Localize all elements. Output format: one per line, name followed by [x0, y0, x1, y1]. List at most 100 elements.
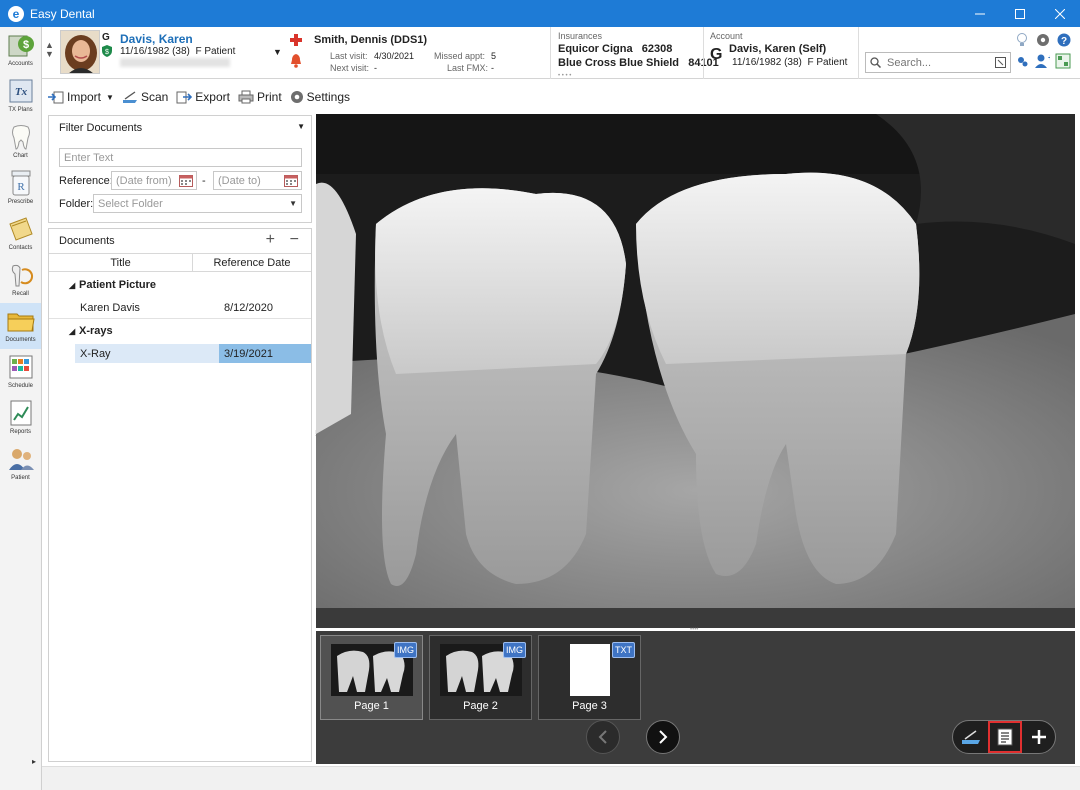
close-button[interactable]	[1040, 0, 1080, 27]
calendar-icon[interactable]	[284, 174, 298, 187]
medical-alert-icon[interactable]	[290, 34, 302, 46]
thumbnail-page-1[interactable]: IMG Page 1	[320, 635, 423, 720]
add-text-page-button[interactable]	[988, 721, 1022, 753]
sidebar-item-schedule[interactable]: Schedule	[0, 349, 41, 395]
last-fmx-label: Last FMX:	[447, 63, 489, 73]
plus-icon	[1032, 730, 1046, 744]
sidebar-item-contacts[interactable]: Contacts	[0, 211, 41, 257]
lightbulb-icon[interactable]	[1016, 33, 1028, 47]
last-fmx-value: -	[491, 63, 494, 73]
minimize-button[interactable]	[960, 0, 1000, 27]
provider-name[interactable]: Smith, Dennis (DDS1)	[314, 34, 427, 46]
reference-label: Reference:	[59, 175, 113, 187]
previous-page-button[interactable]	[586, 720, 620, 754]
insurance-secondary[interactable]: Blue Cross Blue Shield 84101	[558, 57, 719, 69]
xray-image-viewer[interactable]	[316, 114, 1075, 628]
group-row-patient-picture[interactable]: ◢ Patient Picture	[49, 274, 311, 296]
redacted-phone	[120, 58, 230, 67]
documents-panel: Documents + − Title Reference Date ◢ Pat…	[48, 228, 312, 762]
patient-icon	[8, 449, 34, 470]
documents-folder-icon	[7, 313, 35, 332]
column-header-title[interactable]: Title	[49, 254, 193, 271]
expand-triangle-icon[interactable]: ◢	[69, 327, 75, 336]
search-options-icon[interactable]	[995, 57, 1006, 68]
patient-name-link[interactable]: Davis, Karen	[120, 32, 193, 46]
import-button[interactable]: Import ▼	[48, 90, 114, 104]
gear-icon	[290, 91, 303, 103]
export-button[interactable]: Export	[176, 90, 230, 104]
settings-cogs-icon[interactable]	[1016, 55, 1028, 67]
next-visit-value: -	[374, 63, 377, 73]
sidebar-item-patient[interactable]: Patient	[0, 441, 41, 487]
sidebar-item-accounts[interactable]: $ Accounts	[0, 27, 41, 73]
sidebar-item-label: Patient	[11, 475, 30, 481]
svg-text:$: $	[22, 39, 28, 51]
account-badge: G	[710, 46, 723, 63]
gear-icon[interactable]	[1036, 33, 1050, 47]
patient-scroll-arrows-icon[interactable]: ▲ ▼	[45, 41, 54, 59]
resize-grip-icon[interactable]: • • • •	[558, 73, 571, 79]
date-separator: -	[202, 175, 206, 187]
folder-select[interactable]: Select Folder ▼	[93, 194, 302, 213]
expand-triangle-icon[interactable]: ◢	[69, 281, 75, 290]
scan-page-button[interactable]	[954, 721, 988, 753]
column-header-reference-date[interactable]: Reference Date	[193, 254, 311, 271]
sidebar-item-tx-plans[interactable]: Tx TX Plans	[0, 73, 41, 119]
insurance-primary[interactable]: Equicor Cigna 62308	[558, 43, 672, 55]
filter-panel-title: Filter Documents	[59, 122, 143, 134]
missed-appt-value: 5	[491, 51, 497, 61]
maximize-button[interactable]	[1000, 0, 1040, 27]
import-dropdown-icon[interactable]: ▼	[106, 93, 114, 102]
family-file-icon[interactable]	[1055, 53, 1071, 69]
calendar-icon[interactable]	[179, 174, 193, 187]
search-input[interactable]	[885, 55, 985, 70]
import-icon	[48, 91, 64, 104]
account-name[interactable]: Davis, Karen (Self)	[729, 43, 826, 55]
filter-panel-header[interactable]: Filter Documents ▼	[49, 116, 311, 140]
group-row-x-rays[interactable]: ◢ X-rays	[49, 320, 311, 342]
contacts-icon	[8, 217, 33, 241]
collapse-icon[interactable]: ▼	[297, 122, 305, 131]
chevron-right-icon	[659, 730, 668, 744]
thumbnail-page-2[interactable]: IMG Page 2	[429, 635, 532, 720]
date-to-input[interactable]: (Date to)	[213, 171, 302, 190]
thumbnail-page-3[interactable]: TXT Page 3	[538, 635, 641, 720]
sidebar-item-documents[interactable]: Documents	[0, 303, 41, 349]
scan-button[interactable]: Scan	[122, 90, 168, 104]
alert-bell-icon[interactable]	[290, 54, 302, 68]
recall-icon	[11, 264, 33, 287]
shield-icon: $	[102, 45, 112, 57]
thumbnail-label: Page 2	[463, 700, 498, 712]
add-page-button[interactable]	[1022, 721, 1056, 753]
folder-label: Folder:	[59, 198, 94, 210]
printer-icon	[238, 90, 254, 104]
prescribe-icon: R	[11, 170, 30, 196]
table-row[interactable]: Karen Davis 8/12/2020	[75, 298, 311, 317]
sidebar-item-prescribe[interactable]: R Prescribe	[0, 165, 41, 211]
sidebar-item-label: Accounts	[8, 61, 33, 67]
print-button[interactable]: Print	[238, 90, 282, 104]
date-from-input[interactable]: (Date from)	[111, 171, 197, 190]
sidebar-expand-icon[interactable]: ▸	[32, 757, 36, 766]
chevron-left-icon	[598, 730, 607, 744]
patient-avatar[interactable]	[60, 30, 100, 74]
filter-text-input[interactable]: Enter Text	[59, 148, 302, 167]
sidebar-item-label: Reports	[9, 429, 31, 435]
help-icon[interactable]: ?	[1057, 33, 1071, 47]
title-bar: e Easy Dental	[0, 0, 1080, 27]
add-patient-icon[interactable]: +	[1034, 53, 1050, 69]
remove-document-icon[interactable]: −	[290, 231, 299, 249]
thumbnail-type-badge: TXT	[612, 642, 635, 658]
table-row-selected[interactable]: X-Ray 3/19/2021	[75, 344, 311, 363]
sidebar-item-recall[interactable]: Recall	[0, 257, 41, 303]
reports-icon	[10, 400, 31, 426]
next-page-button[interactable]	[646, 720, 680, 754]
add-document-icon[interactable]: +	[266, 231, 275, 249]
search-box[interactable]	[865, 52, 1011, 73]
settings-button[interactable]: Settings	[290, 90, 350, 104]
chevron-down-icon: ▼	[289, 199, 297, 208]
last-visit-value: 4/30/2021	[374, 51, 415, 61]
sidebar-item-reports[interactable]: Reports	[0, 395, 41, 441]
patient-dropdown-icon[interactable]: ▼	[273, 47, 282, 57]
sidebar-item-chart[interactable]: Chart	[0, 119, 41, 165]
